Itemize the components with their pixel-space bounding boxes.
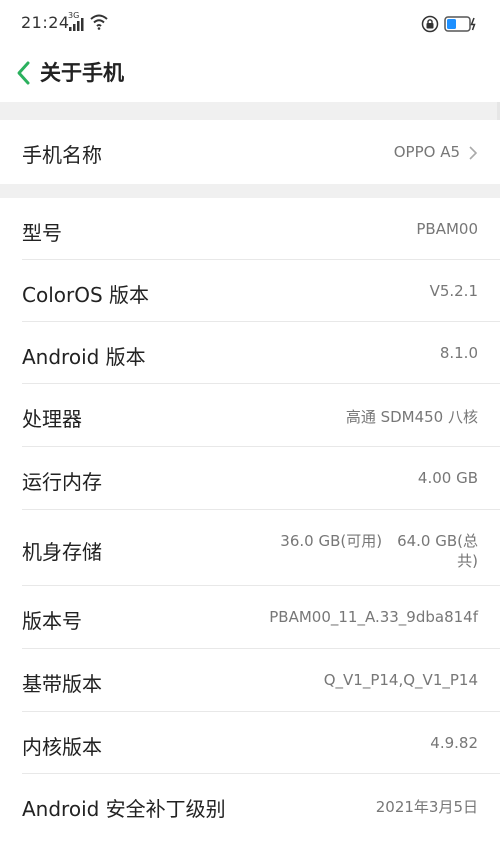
info-label: Android 版本 — [22, 345, 146, 369]
device-name-row[interactable]: 手机名称 OPPO A5 — [0, 120, 500, 184]
info-label: 运行内存 — [22, 470, 102, 494]
device-name-value: OPPO A5 — [393, 143, 460, 161]
back-arrow-icon[interactable] — [14, 58, 34, 88]
info-row-baseband-version[interactable]: 基带版本 Q_V1_P14,Q_V1_P14 — [0, 649, 500, 712]
section-divider — [0, 102, 500, 120]
info-label: 型号 — [22, 221, 62, 245]
info-value: PBAM00_11_A.33_9dba814f — [269, 608, 478, 626]
info-label: ColorOS 版本 — [22, 283, 150, 307]
info-row-build-number[interactable]: 版本号 PBAM00_11_A.33_9dba814f — [0, 586, 500, 649]
page-title: 关于手机 — [40, 61, 124, 85]
section-divider — [0, 184, 500, 198]
battery-icon — [444, 16, 476, 32]
status-time: 21:24 — [21, 13, 70, 32]
info-value: Q_V1_P14,Q_V1_P14 — [323, 671, 478, 689]
signal-icon — [69, 18, 84, 31]
chevron-right-icon — [469, 146, 478, 160]
info-row-storage[interactable]: 机身存储 36.0 GB(可用) 64.0 GB(总 共) — [0, 510, 500, 586]
info-value: 4.9.82 — [430, 734, 478, 752]
header-bar: 关于手机 — [0, 50, 500, 100]
device-name-label: 手机名称 — [22, 143, 102, 167]
info-row-ram[interactable]: 运行内存 4.00 GB — [0, 447, 500, 510]
info-row-security-patch[interactable]: Android 安全补丁级别 2021年3月5日 — [0, 774, 500, 844]
info-row-coloros-version[interactable]: ColorOS 版本 V5.2.1 — [0, 260, 500, 322]
status-bar: 21:24 3G — [0, 0, 500, 50]
info-value: 2021年3月5日 — [375, 798, 478, 816]
info-row-processor[interactable]: 处理器 高通 SDM450 八核 — [0, 384, 500, 447]
wifi-icon — [90, 14, 108, 30]
info-value: PBAM00 — [416, 220, 478, 238]
info-row-kernel-version[interactable]: 内核版本 4.9.82 — [0, 712, 500, 774]
info-value: 8.1.0 — [439, 344, 478, 362]
info-label: 内核版本 — [22, 735, 102, 759]
info-label: 处理器 — [22, 407, 82, 431]
info-row-android-version[interactable]: Android 版本 8.1.0 — [0, 322, 500, 384]
info-label: 版本号 — [22, 609, 82, 633]
info-value: V5.2.1 — [429, 282, 478, 300]
info-value-line2: 共) — [457, 552, 478, 570]
info-value-line1: 36.0 GB(可用) 64.0 GB(总 — [280, 532, 478, 550]
rotation-lock-icon — [421, 15, 439, 33]
info-label: Android 安全补丁级别 — [22, 797, 226, 821]
info-value: 高通 SDM450 八核 — [345, 408, 478, 426]
info-value: 4.00 GB — [417, 469, 478, 487]
info-row-model[interactable]: 型号 PBAM00 — [0, 198, 500, 260]
info-label: 基带版本 — [22, 672, 102, 696]
info-label: 机身存储 — [22, 540, 102, 564]
